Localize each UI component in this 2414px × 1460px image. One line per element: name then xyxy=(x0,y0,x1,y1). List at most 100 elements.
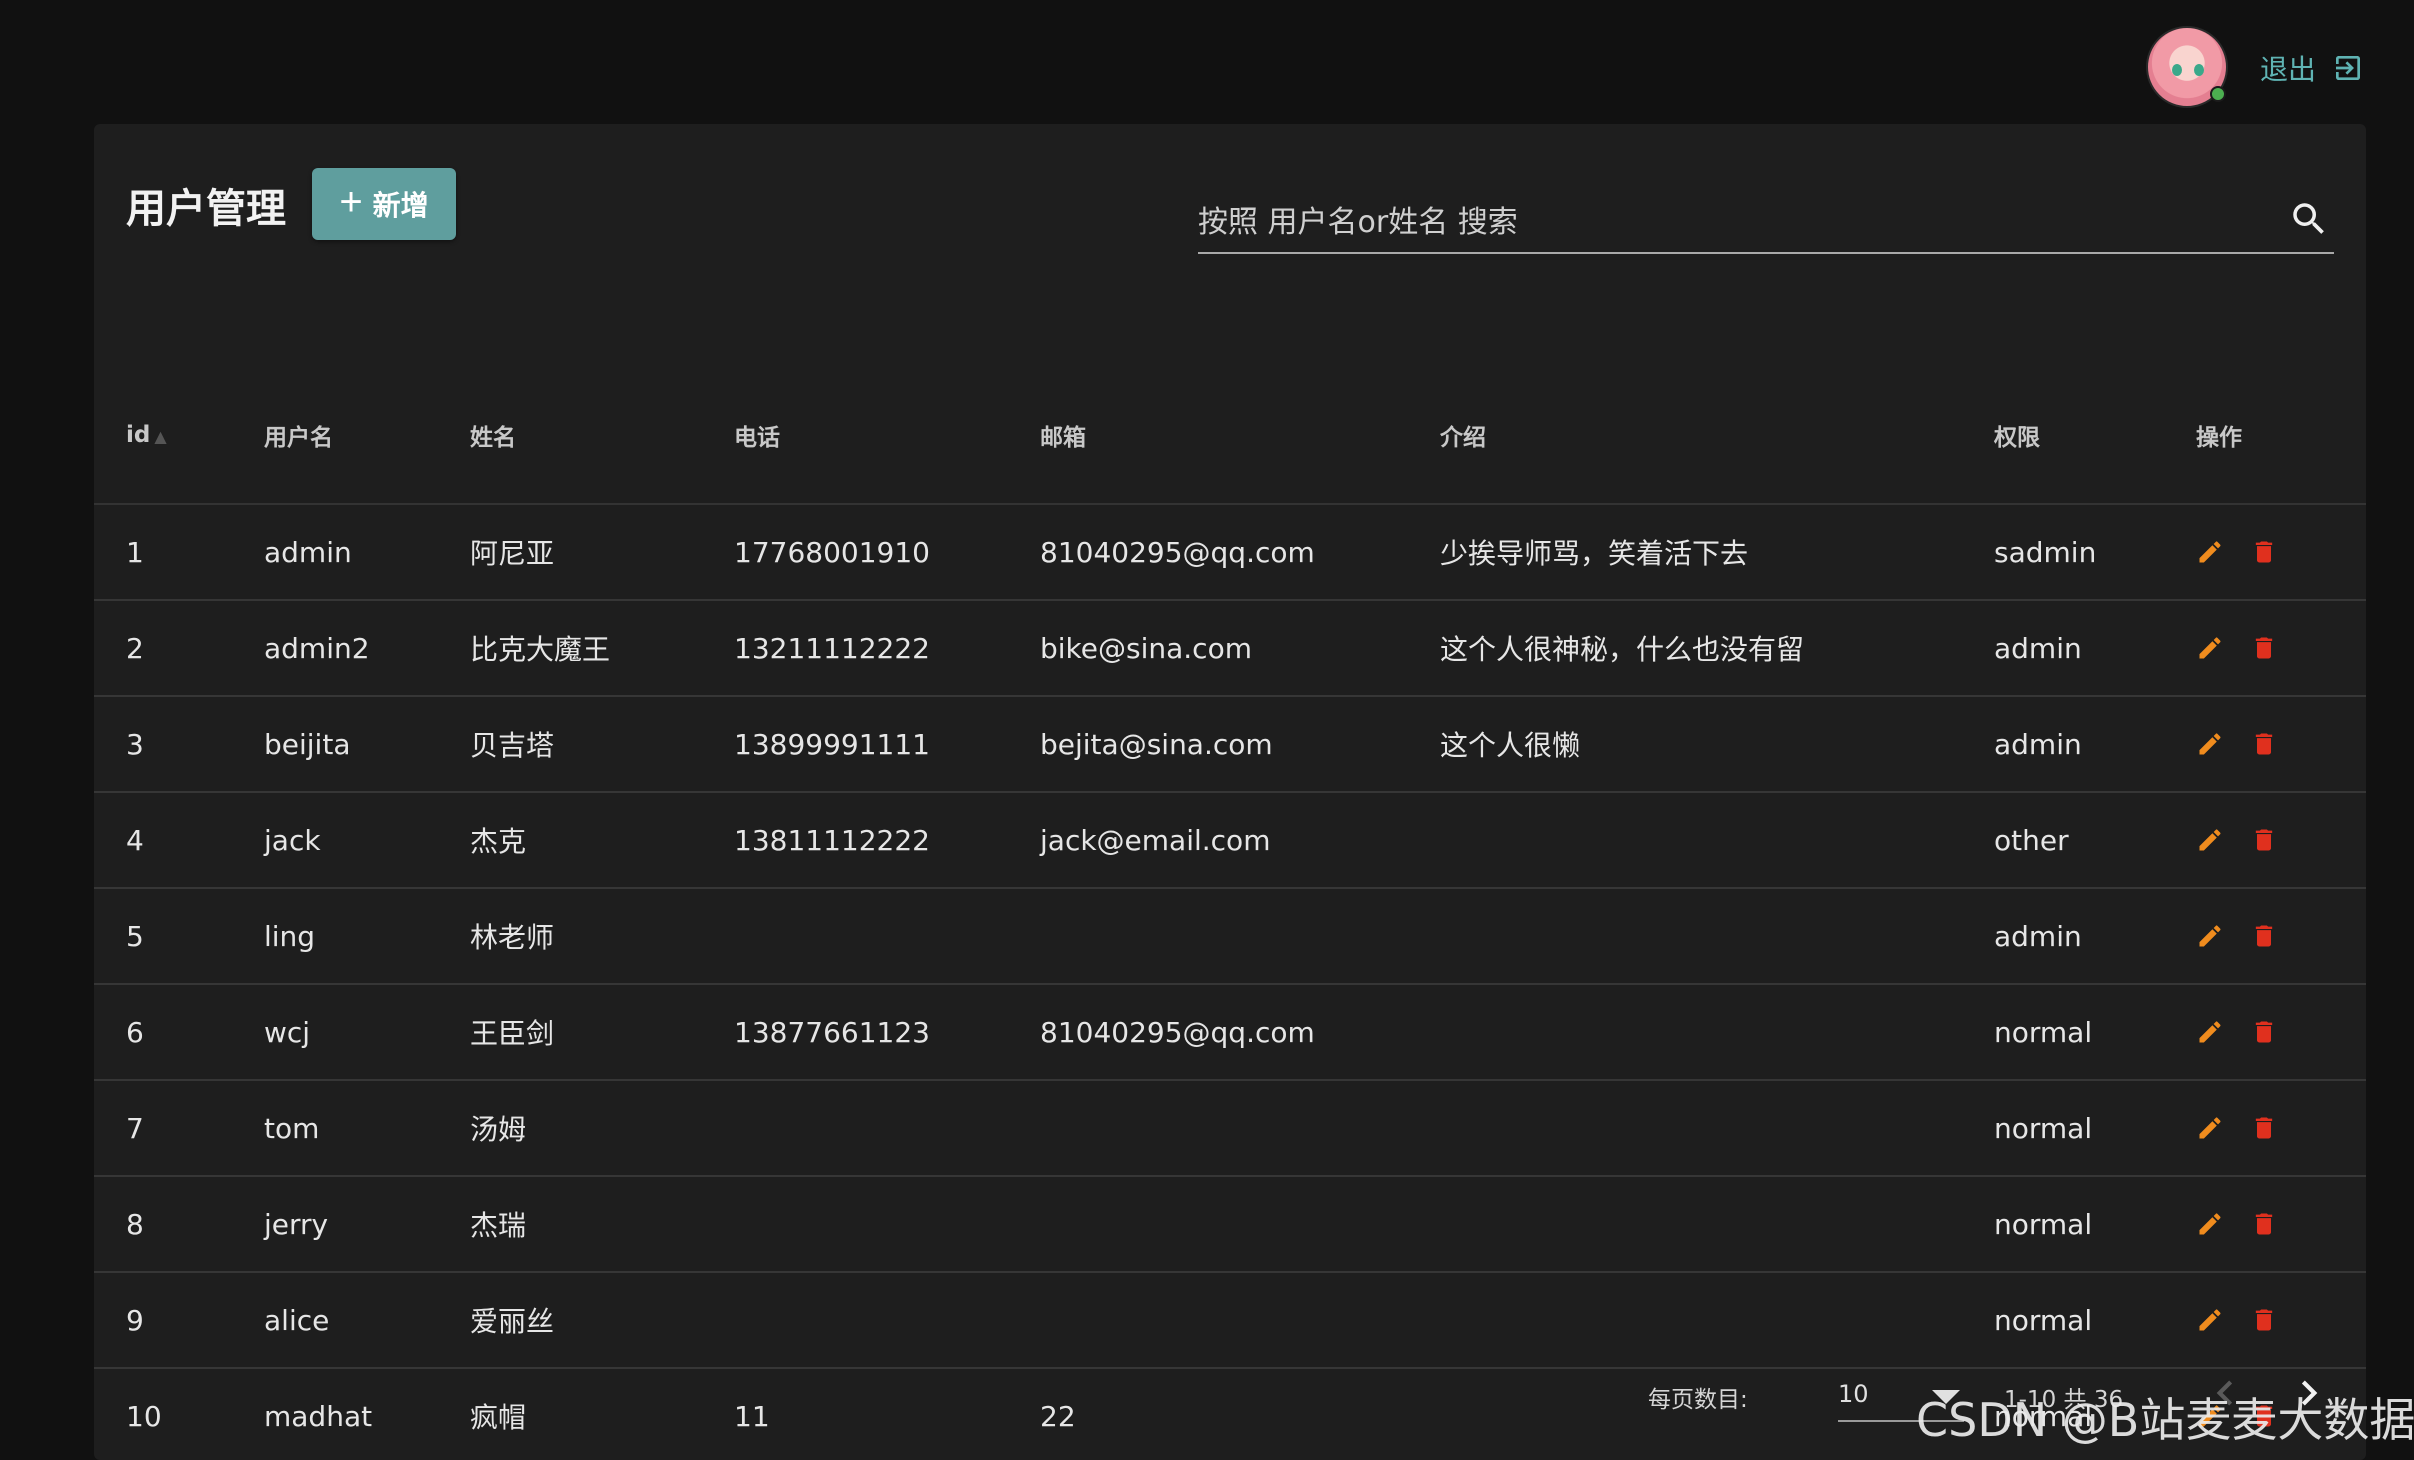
avatar-eye xyxy=(2172,64,2182,76)
cell-id: 8 xyxy=(126,1207,144,1241)
search-icon[interactable] xyxy=(2288,198,2330,240)
delete-icon[interactable] xyxy=(2250,730,2278,758)
cell-role: admin xyxy=(1994,919,2082,953)
cell-name: 贝吉塔 xyxy=(470,729,555,762)
cell-username: beijita xyxy=(264,727,351,761)
edit-icon[interactable] xyxy=(2196,1114,2224,1142)
avatar-eye xyxy=(2194,64,2204,76)
per-page-label: 每页数目: xyxy=(1648,1387,1748,1413)
cell-role: normal xyxy=(1994,1015,2093,1049)
cell-intro xyxy=(1408,792,1962,888)
user-management-card: 用户管理 + 新增 id▲ 用户名 姓名 电话 邮箱 介绍 权限 xyxy=(94,124,2366,1460)
row-actions xyxy=(2196,1114,2366,1142)
logout-label: 退出 xyxy=(2260,53,2317,86)
cell-email xyxy=(1008,888,1408,984)
cell-intro xyxy=(1408,1080,1962,1176)
cell-phone: 13811112222 xyxy=(734,823,930,857)
cell-id: 5 xyxy=(126,919,144,953)
cell-id: 2 xyxy=(126,631,144,665)
column-header-actions: 操作 xyxy=(2164,368,2366,503)
cell-email: jack@email.com xyxy=(1040,823,1271,857)
table-body: 1 admin 阿尼亚 17768001910 81040295@qq.com 少挨导师骂… xyxy=(94,504,2366,1460)
cell-role: admin xyxy=(1994,631,2082,665)
card-header: 用户管理 + 新增 xyxy=(94,124,2366,274)
delete-icon[interactable] xyxy=(2250,538,2278,566)
table-row[interactable]: 2 admin2 比克大魔王 13211112222 bike@sina.com 这个人很… xyxy=(94,600,2366,696)
logout-button[interactable]: 退出 xyxy=(2260,50,2364,86)
cell-username: tom xyxy=(264,1111,320,1145)
cell-name: 汤姆 xyxy=(470,1113,527,1146)
edit-icon[interactable] xyxy=(2196,1018,2224,1046)
delete-icon[interactable] xyxy=(2250,826,2278,854)
edit-icon[interactable] xyxy=(2196,538,2224,566)
cell-role: sadmin xyxy=(1994,535,2097,569)
column-header-id[interactable]: id ▲ xyxy=(94,368,232,503)
cell-email xyxy=(1008,1176,1408,1272)
column-header-username[interactable]: 用户名 xyxy=(232,368,438,503)
top-bar: 退出 xyxy=(0,0,2414,124)
delete-icon[interactable] xyxy=(2250,1018,2278,1046)
row-actions xyxy=(2196,538,2366,566)
add-user-button[interactable]: + 新增 xyxy=(312,168,456,240)
cell-intro: 这个人很神秘，什么也没有留 xyxy=(1440,633,1805,666)
user-avatar[interactable] xyxy=(2146,26,2228,108)
cell-email: 81040295@qq.com xyxy=(1040,535,1315,569)
cell-id: 3 xyxy=(126,727,144,761)
table-row[interactable]: 1 admin 阿尼亚 17768001910 81040295@qq.com 少挨导师骂… xyxy=(94,504,2366,600)
delete-icon[interactable] xyxy=(2250,634,2278,662)
column-header-role[interactable]: 权限 xyxy=(1962,368,2164,503)
delete-icon[interactable] xyxy=(2250,922,2278,950)
cell-actions xyxy=(2164,792,2366,888)
search-field xyxy=(1198,188,2334,254)
cell-name: 林老师 xyxy=(470,921,555,954)
cell-phone: 13899991111 xyxy=(734,727,930,761)
cell-name: 杰瑞 xyxy=(470,1209,527,1242)
edit-icon[interactable] xyxy=(2196,730,2224,758)
column-header-name[interactable]: 姓名 xyxy=(438,368,702,503)
logout-icon xyxy=(2336,56,2361,80)
cell-intro xyxy=(1408,984,1962,1080)
column-header-phone[interactable]: 电话 xyxy=(702,368,1008,503)
cell-actions xyxy=(2164,696,2366,792)
cell-username: jerry xyxy=(264,1207,329,1241)
cell-id: 7 xyxy=(126,1111,144,1145)
cell-intro: 少挨导师骂，笑着活下去 xyxy=(1440,537,1749,570)
cell-username: wcj xyxy=(264,1015,311,1049)
page-title: 用户管理 xyxy=(126,186,286,232)
table-row[interactable]: 4 jack 杰克 13811112222 jack@email.com other xyxy=(94,792,2366,888)
cell-username: admin2 xyxy=(264,631,370,665)
edit-icon[interactable] xyxy=(2196,634,2224,662)
delete-icon[interactable] xyxy=(2250,1210,2278,1238)
add-button-label: 新增 xyxy=(372,190,429,221)
cell-email: 81040295@qq.com xyxy=(1040,1015,1315,1049)
edit-icon[interactable] xyxy=(2196,826,2224,854)
cell-phone xyxy=(702,1080,1008,1176)
cell-role: normal xyxy=(1994,1207,2093,1241)
edit-icon[interactable] xyxy=(2196,1306,2224,1334)
cell-actions xyxy=(2164,600,2366,696)
search-input[interactable] xyxy=(1198,200,2258,244)
delete-icon[interactable] xyxy=(2250,1114,2278,1142)
column-header-email[interactable]: 邮箱 xyxy=(1008,368,1408,503)
table-row[interactable]: 6 wcj 王臣剑 13877661123 81040295@qq.com normal xyxy=(94,984,2366,1080)
column-header-intro[interactable]: 介绍 xyxy=(1408,368,1962,503)
table-row[interactable]: 5 ling 林老师 admin xyxy=(94,888,2366,984)
row-actions xyxy=(2196,1306,2366,1334)
cell-actions xyxy=(2164,888,2366,984)
table-row[interactable]: 8 jerry 杰瑞 normal xyxy=(94,1176,2366,1272)
row-actions xyxy=(2196,1210,2366,1238)
cell-phone: 17768001910 xyxy=(734,535,930,569)
table-row[interactable]: 3 beijita 贝吉塔 13899991111 bejita@sina.com 这个人… xyxy=(94,696,2366,792)
cell-id: 4 xyxy=(126,823,144,857)
cell-name: 王臣剑 xyxy=(470,1017,555,1050)
delete-icon[interactable] xyxy=(2250,1306,2278,1334)
cell-name: 杰克 xyxy=(470,825,527,858)
cell-id: 1 xyxy=(126,535,144,569)
user-table: id ▲ 用户名 姓名 电话 邮箱 介绍 权限 操作 1 admin 阿尼亚 17768… xyxy=(94,368,2366,1460)
edit-icon[interactable] xyxy=(2196,1210,2224,1238)
watermark: CSDN @B站麦麦大数据 xyxy=(1916,1393,2414,1447)
cell-phone: 13211112222 xyxy=(734,631,930,665)
table-row[interactable]: 7 tom 汤姆 normal xyxy=(94,1080,2366,1176)
edit-icon[interactable] xyxy=(2196,922,2224,950)
row-actions xyxy=(2196,922,2366,950)
